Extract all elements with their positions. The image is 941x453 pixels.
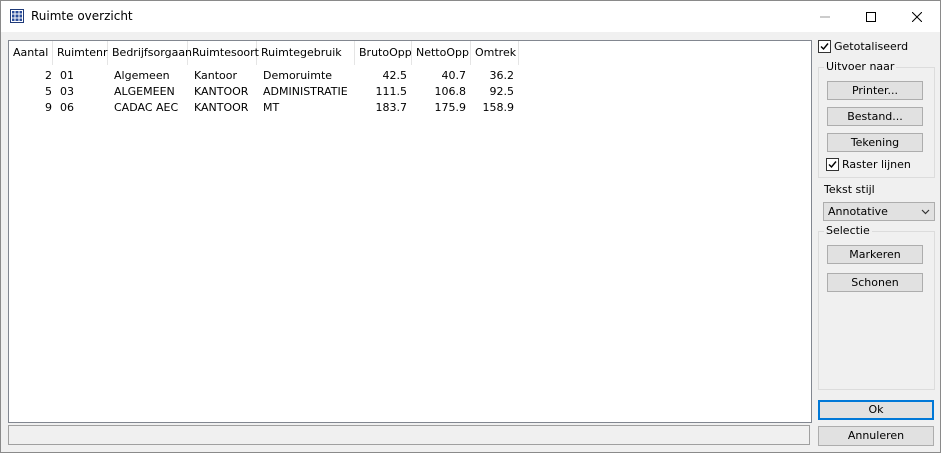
column-header-brutoopp[interactable]: BrutoOpp <box>355 41 412 65</box>
column-header-nettoopp[interactable]: NettoOpp <box>412 41 471 65</box>
cell-bedrijfsorgaan: ALGEMEEN <box>114 85 175 98</box>
dialog-window: Ruimte overzicht Aantal Ruimtenr Bedrijf… <box>0 0 941 453</box>
column-header-ruimtegebruik[interactable]: Ruimtegebruik <box>257 41 355 65</box>
ok-button[interactable]: Ok <box>818 400 934 420</box>
room-list[interactable]: Aantal Ruimtenr Bedrijfsorgaan Ruimtesoo… <box>8 40 812 423</box>
cell-ruimtenr: 06 <box>60 101 74 114</box>
cell-aantal: 2 <box>45 69 52 82</box>
cell-ruimtesoort: Kantoor <box>194 69 238 82</box>
cell-aantal: 9 <box>45 101 52 114</box>
column-header-ruimtenr[interactable]: Ruimtenr <box>53 41 108 65</box>
cell-ruimtegebruik: MT <box>263 101 280 114</box>
cell-nettoopp: 40.7 <box>441 69 467 82</box>
text-style-value: Annotative <box>828 205 888 218</box>
totalized-label: Getotaliseerd <box>834 40 909 53</box>
cell-nettoopp: 175.9 <box>434 101 467 114</box>
cell-ruimtenr: 01 <box>60 69 74 82</box>
cell-ruimtesoort: KANTOOR <box>194 85 249 98</box>
minimize-button[interactable] <box>802 1 848 32</box>
column-header-label: Ruimtenr <box>57 46 108 59</box>
cell-ruimtenr: 03 <box>60 85 74 98</box>
cell-brutoopp: 111.5 <box>375 85 408 98</box>
cell-brutoopp: 42.5 <box>382 69 408 82</box>
file-button[interactable]: Bestand... <box>827 107 923 126</box>
output-group-title: Uitvoer naar <box>824 60 897 73</box>
drawing-button[interactable]: Tekening <box>827 133 923 152</box>
printer-button[interactable]: Printer... <box>827 81 923 100</box>
column-header-label: Omtrek <box>475 46 517 59</box>
column-header-label: Ruimtesoort <box>192 46 259 59</box>
cell-ruimtesoort: KANTOOR <box>194 101 249 114</box>
cell-brutoopp: 183.7 <box>375 101 408 114</box>
cell-bedrijfsorgaan: CADAC AEC <box>114 101 179 114</box>
clear-button[interactable]: Schonen <box>827 273 923 292</box>
cell-ruimtegebruik: Demoruimte <box>263 69 333 82</box>
cancel-button[interactable]: Annuleren <box>818 426 934 446</box>
column-header-bedrijfsorgaan[interactable]: Bedrijfsorgaan <box>108 41 192 65</box>
column-header-label: BrutoOpp <box>359 46 412 59</box>
maximize-button[interactable] <box>848 1 894 32</box>
title-bar[interactable]: Ruimte overzicht <box>1 1 940 32</box>
minimize-icon <box>820 16 830 17</box>
mark-button[interactable]: Markeren <box>827 245 923 264</box>
close-icon <box>912 11 922 22</box>
cell-ruimtegebruik: ADMINISTRATIE <box>263 85 348 98</box>
window-title: Ruimte overzicht <box>31 9 133 23</box>
totalized-checkbox[interactable] <box>818 40 831 53</box>
cell-aantal: 5 <box>45 85 52 98</box>
cell-bedrijfsorgaan: Algemeen <box>114 69 170 82</box>
column-header-ruimtesoort[interactable]: Ruimtesoort <box>188 41 259 65</box>
column-header-label: Ruimtegebruik <box>261 46 342 59</box>
text-style-select[interactable]: Annotative <box>823 202 935 221</box>
cell-omtrek: 158.9 <box>482 101 515 114</box>
cell-omtrek: 36.2 <box>489 69 515 82</box>
chevron-down-icon <box>921 206 930 219</box>
grid-app-icon <box>10 9 24 23</box>
column-header-aantal[interactable]: Aantal <box>9 41 53 65</box>
column-header-label: NettoOpp <box>416 46 469 59</box>
checkmark-icon <box>820 43 829 51</box>
text-style-label: Tekst stijl <box>824 183 875 196</box>
close-button[interactable] <box>894 1 940 32</box>
cell-omtrek: 92.5 <box>489 85 515 98</box>
column-header-label: Aantal <box>13 46 49 59</box>
maximize-icon <box>866 11 876 22</box>
cell-nettoopp: 106.8 <box>434 85 467 98</box>
column-header-label: Bedrijfsorgaan <box>112 46 193 59</box>
checkmark-icon <box>828 161 837 169</box>
grid-lines-checkbox[interactable] <box>826 158 839 171</box>
selection-group-title: Selectie <box>824 224 872 237</box>
column-header-omtrek[interactable]: Omtrek <box>471 41 519 65</box>
status-bar <box>8 425 810 445</box>
grid-lines-label: Raster lijnen <box>842 158 911 171</box>
